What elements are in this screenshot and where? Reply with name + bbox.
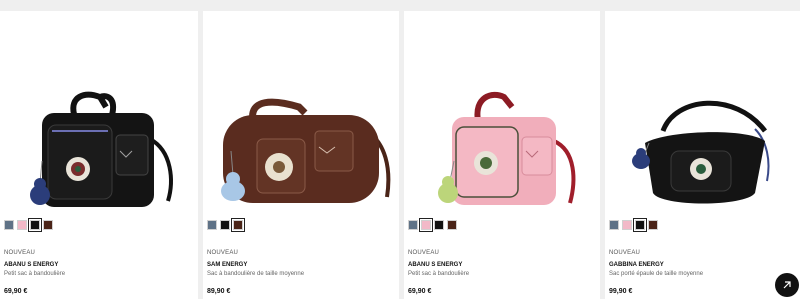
- product-description: Petit sac à bandoulière: [4, 271, 66, 277]
- new-badge: NOUVEAU: [609, 250, 641, 256]
- color-swatches: [408, 218, 457, 232]
- color-swatch[interactable]: [648, 220, 658, 230]
- color-swatches: [207, 218, 245, 232]
- product-description: Sac à bandoulière de taille moyenne: [207, 271, 305, 277]
- color-swatches: [609, 218, 658, 232]
- color-swatch[interactable]: [207, 220, 217, 230]
- product-price: 69,90 €: [408, 288, 432, 295]
- product-description: Sac porté épaule de taille moyenne: [609, 271, 704, 277]
- color-swatch[interactable]: [28, 218, 42, 232]
- new-badge: NOUVEAU: [4, 250, 36, 256]
- product-price: 69,90 €: [4, 288, 28, 295]
- product-image[interactable]: [203, 11, 399, 216]
- color-swatch[interactable]: [220, 220, 230, 230]
- color-swatch[interactable]: [434, 220, 444, 230]
- share-arrow-icon: [783, 281, 791, 289]
- color-swatches: [4, 218, 53, 232]
- color-swatch[interactable]: [43, 220, 53, 230]
- color-swatch[interactable]: [622, 220, 632, 230]
- product-name[interactable]: GABBINA ENERGY: [609, 262, 664, 268]
- product-image[interactable]: [0, 11, 198, 216]
- product-image[interactable]: [605, 11, 800, 216]
- color-swatch[interactable]: [408, 220, 418, 230]
- product-price: 99,90 €: [609, 288, 633, 295]
- share-button[interactable]: [775, 273, 799, 297]
- product-price: 89,90 €: [207, 288, 231, 295]
- product-name[interactable]: ABANU S ENERGY: [4, 262, 58, 268]
- product-image[interactable]: [404, 11, 600, 216]
- color-swatch[interactable]: [609, 220, 619, 230]
- product-card[interactable]: NOUVEAU ABANU S ENERGY Petit sac à bando…: [0, 11, 198, 299]
- product-description: Petit sac à bandoulière: [408, 271, 470, 277]
- product-card[interactable]: NOUVEAU GABBINA ENERGY Sac porté épaule …: [605, 11, 800, 299]
- product-card[interactable]: NOUVEAU ABANU S ENERGY Petit sac à bando…: [404, 11, 600, 299]
- color-swatch[interactable]: [447, 220, 457, 230]
- color-swatch[interactable]: [633, 218, 647, 232]
- product-name[interactable]: SAM ENERGY: [207, 262, 247, 268]
- color-swatch[interactable]: [4, 220, 14, 230]
- product-card[interactable]: NOUVEAU SAM ENERGY Sac à bandoulière de …: [203, 11, 399, 299]
- color-swatch[interactable]: [17, 220, 27, 230]
- color-swatch[interactable]: [231, 218, 245, 232]
- product-grid: NOUVEAU ABANU S ENERGY Petit sac à bando…: [0, 11, 800, 299]
- new-badge: NOUVEAU: [408, 250, 440, 256]
- product-name[interactable]: ABANU S ENERGY: [408, 262, 462, 268]
- new-badge: NOUVEAU: [207, 250, 239, 256]
- color-swatch[interactable]: [419, 218, 433, 232]
